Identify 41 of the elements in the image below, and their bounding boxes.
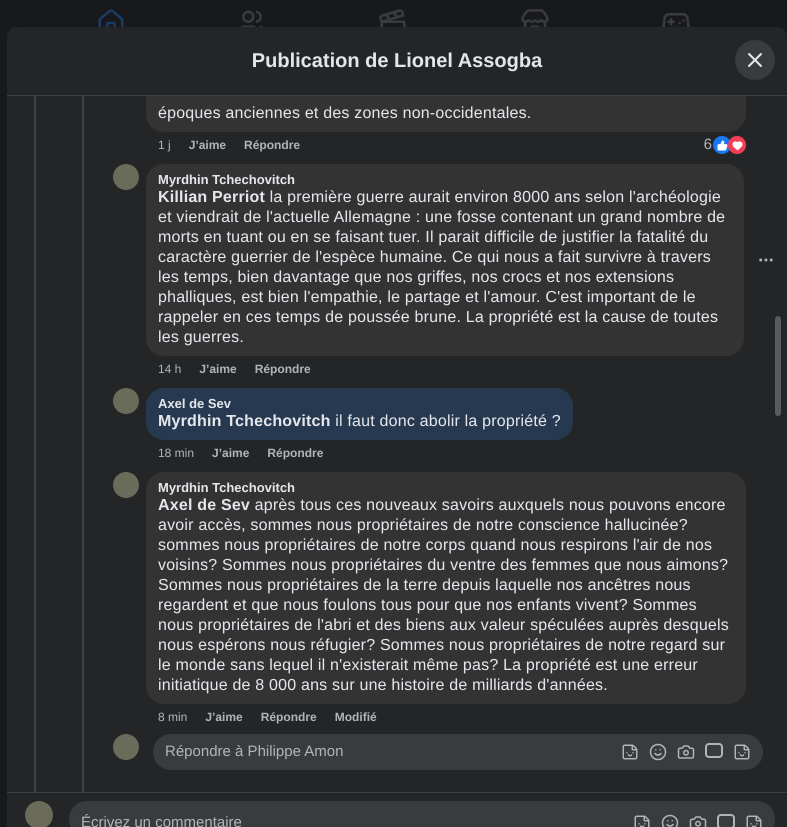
reply-field[interactable]: Répondre à Philippe Amon	[153, 734, 763, 770]
avatar[interactable]	[25, 801, 53, 827]
camera-icon[interactable]	[677, 743, 695, 761]
comment-author[interactable]: Myrdhin Tchechovitch	[158, 480, 734, 496]
reply-link[interactable]: Répondre	[254, 360, 311, 378]
love-reaction-icon	[728, 136, 746, 154]
avatar[interactable]	[113, 388, 139, 414]
camera-icon[interactable]	[689, 814, 707, 827]
comment-field[interactable]: Écrivez un commentaire	[69, 801, 775, 827]
emoji-icon[interactable]	[649, 743, 667, 761]
reaction-count[interactable]: 6	[704, 134, 712, 156]
comment-time[interactable]: 1 j	[158, 136, 171, 154]
edited-label: Modifié	[334, 709, 377, 726]
comment-time[interactable]: 18 min	[158, 444, 194, 462]
emoji-icon[interactable]	[661, 814, 679, 827]
comment-text: époques anciennes et des zones non-occidentales.	[158, 104, 532, 124]
like-link[interactable]: J’aime	[212, 444, 250, 462]
like-reaction-icon	[713, 136, 731, 154]
dialog-title: Publication de Lionel Assogba	[252, 49, 542, 74]
reply-link[interactable]: Répondre	[260, 708, 317, 726]
comment-input[interactable]: Écrivez un commentaire	[81, 812, 633, 827]
comment-author[interactable]: Axel de Sev	[158, 396, 561, 412]
like-link[interactable]: J’aime	[205, 708, 243, 726]
sticker-icon[interactable]	[733, 743, 751, 761]
comment-text: Myrdhin Tchechovitch il faut donc abolir la propriété ?	[158, 412, 561, 432]
comment-text: Axel de Sev après tous ces nouveaux savoirs auxquels nous pouvons encore avoir accès, sommes nous propriétaires de notre conscience hallucinée? sommes nous propriétaires de notre corps quand nous respirons l'air de nos voisins? Sommes nous propriétaires du ventre des femmes que nous aimons? Sommes nous propriétaires de la terre depuis laquelle nos ancêtres nous regardent et que nous foulons tous pour que nos enfants vivent? Sommes nous propriétaires de l'abri et des biens aux valeur spéculées auprès desquels nous espérons nous réfugier? Sommes nous propriétaires de notre regard sur le monde sans lequel il n'existerait même pas? La propriété est une erreur initiatique de 8 000 ans sur une histoire de milliards d'années.	[158, 496, 730, 696]
scrollbar-thumb[interactable]	[775, 316, 781, 416]
reply-link[interactable]: Répondre	[267, 444, 324, 462]
avatar[interactable]	[113, 164, 139, 190]
comment-time[interactable]: 8 min	[158, 708, 188, 726]
avatar[interactable]	[113, 472, 139, 498]
reply-input[interactable]: Répondre à Philippe Amon	[165, 740, 621, 764]
like-link[interactable]: J’aime	[199, 360, 237, 378]
close-button[interactable]	[735, 40, 775, 80]
sticker-icon[interactable]	[745, 814, 763, 827]
avatar[interactable]	[113, 734, 139, 760]
reply-link[interactable]: Répondre	[244, 136, 300, 154]
like-link[interactable]: J’aime	[188, 136, 226, 154]
comment-author[interactable]: Myrdhin Tchechovitch	[158, 172, 732, 188]
comment-text: Killian Perriot la première guerre aurait environ 8000 ans selon l'archéologie et viendrait de l'actuelle Allemagne : une fosse contenant un grand nombre de morts en tuant ou en se faisant tuer. Il parait difficile de justifier la fatalité du caractère guerrier de l'espèce humaine. Ce qui nous a fait survivre à travers les temps, bien davantage que nos griffes, nos crocs et nos extensions phalliques, est bien l'empathie, le partage et l'amour. C'est important de le rappeler en ces temps de poussée brune. La propriété est la cause de toutes les guerres.	[158, 188, 726, 348]
comment-time[interactable]: 14 h	[158, 360, 182, 378]
